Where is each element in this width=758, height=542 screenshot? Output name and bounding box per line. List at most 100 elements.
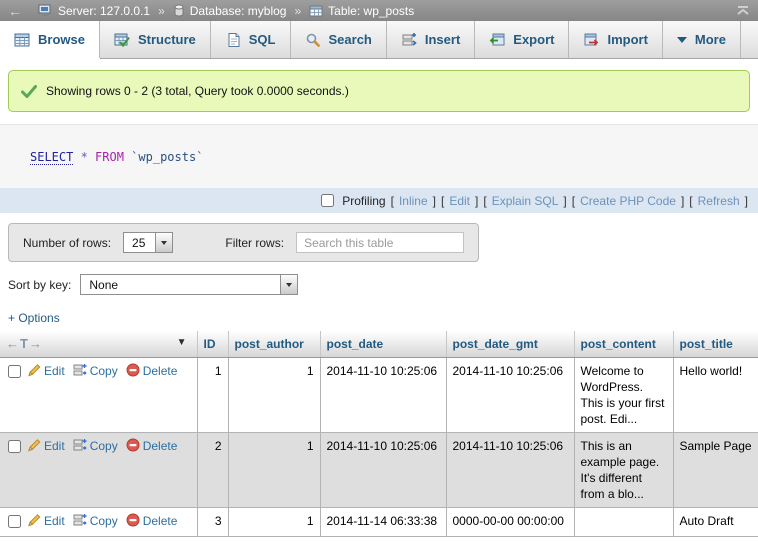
table-row: EditCopyDelete 1 1 2014-11-10 10:25:06 2… — [0, 357, 758, 432]
bracket: [ — [572, 194, 575, 208]
breadcrumb-table[interactable]: Table: wp_posts — [309, 4, 414, 18]
column-nav-icons[interactable]: ←T→ — [6, 336, 43, 351]
cell-post-title: Auto Draft — [673, 507, 758, 536]
row-actions-cell: Edit Copy Delete — [0, 507, 197, 536]
back-arrow-button[interactable]: ← — [8, 4, 22, 18]
tab-search[interactable]: Search — [291, 21, 387, 58]
refresh-link[interactable]: Refresh — [698, 194, 740, 208]
row-checkbox[interactable] — [8, 365, 21, 378]
column-header-post-date[interactable]: post_date — [320, 331, 446, 357]
tab-label: Search — [329, 32, 372, 47]
insert-icon — [401, 32, 417, 48]
cell-post-author: 1 — [228, 432, 320, 507]
tab-label: Browse — [38, 32, 85, 47]
bracket: ] — [433, 194, 436, 208]
delete-link[interactable]: Delete — [143, 439, 178, 453]
delete-link[interactable]: Delete — [143, 514, 178, 528]
tab-insert[interactable]: Insert — [387, 21, 475, 58]
create-php-code-link[interactable]: Create PHP Code — [580, 194, 676, 208]
cell-post-date-gmt: 2014-11-10 10:25:06 — [446, 357, 574, 432]
cell-post-date: 2014-11-10 10:25:06 — [320, 432, 446, 507]
copy-icon — [73, 438, 87, 456]
collapse-panel-icon[interactable] — [736, 5, 750, 16]
profiling-label: Profiling — [342, 194, 385, 208]
edit-pencil-icon — [27, 363, 41, 381]
tab-label: Insert — [425, 32, 460, 47]
sql-query: SELECT * FROM `wp_posts` — [0, 125, 758, 188]
delete-icon — [126, 363, 140, 381]
chevron-down-icon — [155, 233, 172, 252]
delete-link[interactable]: Delete — [143, 364, 178, 378]
success-check-icon — [21, 85, 37, 98]
edit-pencil-icon — [27, 438, 41, 456]
breadcrumb-database[interactable]: Database: myblog — [173, 4, 287, 18]
tab-more[interactable]: More — [663, 21, 741, 58]
column-header-post-title[interactable]: post_title — [673, 331, 758, 357]
cell-post-content: This is an example page. It's different … — [574, 432, 673, 507]
column-header-post-content[interactable]: post_content — [574, 331, 673, 357]
profiling-bar: Profiling [ Inline ] [ Edit ] [ Explain … — [0, 188, 758, 213]
cell-post-date-gmt: 2014-11-10 10:25:06 — [446, 432, 574, 507]
row-checkbox[interactable] — [8, 440, 21, 453]
sort-by-key-value: None — [81, 275, 280, 294]
cell-post-author: 1 — [228, 357, 320, 432]
cell-id: 1 — [197, 357, 228, 432]
sql-keyword-select[interactable]: SELECT — [30, 150, 73, 165]
column-header-post-date-gmt[interactable]: post_date_gmt — [446, 331, 574, 357]
titlebar: ← Server: 127.0.0.1 » Database: myblog »… — [0, 0, 758, 21]
tab-label: SQL — [249, 32, 276, 47]
number-of-rows-select[interactable]: 25 — [123, 232, 173, 253]
server-icon — [38, 4, 53, 17]
structure-icon — [114, 32, 130, 48]
table-icon — [309, 5, 323, 17]
inline-edit-link[interactable]: Inline — [399, 194, 428, 208]
bracket: ] — [563, 194, 566, 208]
tab-bar: Browse Structure SQL Search Insert Expor… — [0, 21, 758, 59]
column-header-post-author[interactable]: post_author — [228, 331, 320, 357]
sort-indicator-icon[interactable]: ▼ — [177, 337, 187, 348]
copy-icon — [73, 363, 87, 381]
sort-by-key-select[interactable]: None — [80, 274, 298, 295]
cell-post-title: Sample Page — [673, 432, 758, 507]
filter-rows-input[interactable] — [296, 232, 464, 253]
bracket: ] — [475, 194, 478, 208]
edit-link[interactable]: Edit — [44, 364, 65, 378]
number-of-rows-label: Number of rows: — [23, 236, 111, 250]
row-checkbox[interactable] — [8, 515, 21, 528]
cell-post-content — [574, 507, 673, 536]
row-actions-cell: Edit Copy Delete — [0, 357, 197, 432]
chevron-down-icon — [677, 32, 687, 48]
number-of-rows-value: 25 — [124, 233, 155, 252]
tab-sql[interactable]: SQL — [211, 21, 291, 58]
cell-post-title: Hello world! — [673, 357, 758, 432]
browse-icon — [14, 32, 30, 48]
sql-section: SELECT * FROM `wp_posts` Profiling [ Inl… — [0, 124, 758, 213]
status-message: Showing rows 0 - 2 (3 total, Query took … — [8, 70, 750, 112]
copy-link[interactable]: Copy — [90, 439, 118, 453]
edit-query-link[interactable]: Edit — [449, 194, 470, 208]
tab-browse[interactable]: Browse — [0, 21, 100, 58]
sql-keyword-from: FROM — [95, 150, 124, 164]
copy-link[interactable]: Copy — [90, 364, 118, 378]
tab-label: Import — [607, 32, 647, 47]
status-message-text: Showing rows 0 - 2 (3 total, Query took … — [46, 84, 349, 98]
bracket: ] — [681, 194, 684, 208]
edit-pencil-icon — [27, 513, 41, 531]
explain-sql-link[interactable]: Explain SQL — [492, 194, 559, 208]
tab-export[interactable]: Export — [475, 21, 569, 58]
tab-structure[interactable]: Structure — [100, 21, 211, 58]
bracket: [ — [689, 194, 692, 208]
edit-link[interactable]: Edit — [44, 514, 65, 528]
cell-post-date-gmt: 0000-00-00 00:00:00 — [446, 507, 574, 536]
cell-id: 2 — [197, 432, 228, 507]
profiling-checkbox[interactable] — [321, 194, 334, 207]
options-toggle[interactable]: + Options — [8, 311, 60, 325]
edit-link[interactable]: Edit — [44, 439, 65, 453]
column-header-id[interactable]: ID — [197, 331, 228, 357]
tab-label: More — [695, 32, 726, 47]
tab-import[interactable]: Import — [569, 21, 662, 58]
copy-link[interactable]: Copy — [90, 514, 118, 528]
breadcrumb-database-label: Database: myblog — [190, 4, 287, 18]
breadcrumb-server[interactable]: Server: 127.0.0.1 — [38, 4, 150, 18]
breadcrumb-separator: » — [294, 4, 301, 18]
